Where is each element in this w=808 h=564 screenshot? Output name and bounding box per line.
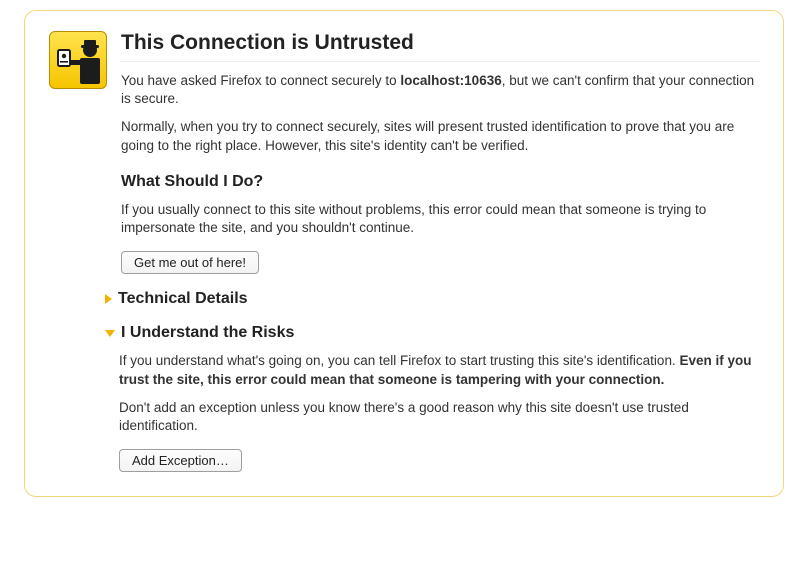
warning-badge-icon [49, 31, 107, 89]
normally-paragraph: Normally, when you try to connect secure… [121, 118, 759, 154]
what-should-i-do-paragraph: If you usually connect to this site with… [121, 201, 759, 237]
intro-paragraph: You have asked Firefox to connect secure… [121, 72, 759, 108]
risks-p1-prefix: If you understand what's going on, you c… [119, 353, 679, 368]
risks-paragraph-1: If you understand what's going on, you c… [119, 352, 759, 388]
technical-details-toggle[interactable]: Technical Details [105, 290, 759, 308]
untrusted-connection-panel: This Connection is Untrusted You have as… [24, 10, 784, 497]
page-title: This Connection is Untrusted [121, 31, 759, 62]
intro-prefix: You have asked Firefox to connect secure… [121, 73, 400, 88]
what-should-i-do-heading: What Should I Do? [121, 173, 759, 191]
get-me-out-button[interactable]: Get me out of here! [121, 251, 259, 274]
understand-risks-toggle[interactable]: I Understand the Risks [105, 324, 759, 342]
intro-host: localhost:10636 [400, 73, 501, 88]
chevron-down-icon [105, 330, 115, 337]
understand-risks-heading: I Understand the Risks [121, 324, 294, 342]
chevron-right-icon [105, 294, 112, 304]
risks-paragraph-2: Don't add an exception unless you know t… [119, 399, 759, 435]
add-exception-button[interactable]: Add Exception… [119, 449, 242, 472]
technical-details-heading: Technical Details [118, 290, 248, 308]
